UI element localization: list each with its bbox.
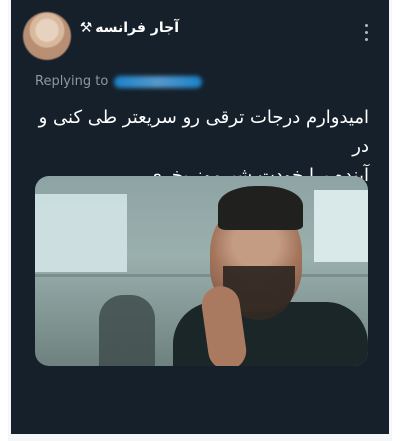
avatar[interactable] [23, 12, 71, 60]
wall-line [35, 274, 368, 277]
background-window [35, 194, 127, 272]
blurred-handle[interactable] [114, 75, 203, 88]
author-name[interactable]: آجار فرانسه [95, 20, 179, 36]
tweet-image[interactable] [35, 176, 368, 366]
person-hair [218, 186, 303, 230]
author-name-row[interactable]: آجار فرانسه ⚒ [80, 20, 179, 36]
hammer-and-wrench-icon: ⚒ [79, 20, 93, 36]
replying-to: Replying to [35, 74, 203, 89]
background-person [99, 295, 155, 366]
more-options-icon [364, 24, 368, 27]
tweet-text-line-1: امیدوارم درجات ترقی رو سریعتر طی کنی و د… [38, 107, 369, 157]
more-options-button[interactable] [361, 24, 371, 46]
replying-label: Replying to [35, 74, 109, 89]
background-panel [314, 190, 368, 262]
tweet-card[interactable]: آجار فرانسه ⚒ Replying to امیدوارم درجات… [11, 0, 389, 434]
